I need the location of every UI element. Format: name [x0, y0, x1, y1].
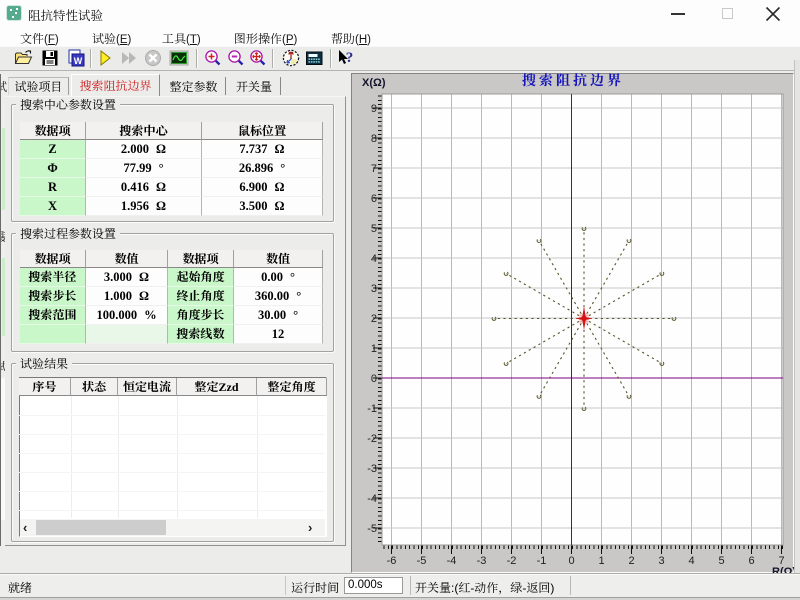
svg-text:6: 6: [748, 555, 754, 567]
svg-text:3: 3: [371, 283, 377, 295]
svg-text:-3: -3: [477, 555, 487, 567]
svg-text:4: 4: [371, 253, 377, 265]
svg-text:-5: -5: [367, 523, 377, 535]
svg-text:5: 5: [718, 555, 724, 567]
svg-text:2: 2: [371, 313, 377, 325]
svg-text:-5: -5: [417, 555, 427, 567]
svg-text:-6: -6: [387, 555, 397, 567]
svg-text:-2: -2: [507, 555, 517, 567]
svg-text:-2: -2: [367, 433, 377, 445]
svg-text:1: 1: [371, 343, 377, 355]
svg-text:-4: -4: [447, 555, 457, 567]
svg-text:8: 8: [371, 133, 377, 145]
svg-text:9: 9: [371, 103, 377, 115]
svg-text:0: 0: [371, 373, 377, 385]
svg-text:-4: -4: [367, 493, 377, 505]
svg-text:-1: -1: [537, 555, 547, 567]
svg-text:搜索阻抗边界: 搜索阻抗边界: [522, 70, 624, 90]
svg-text:-3: -3: [367, 463, 377, 475]
svg-text:1: 1: [598, 555, 604, 567]
svg-text:6: 6: [371, 193, 377, 205]
svg-text:0: 0: [568, 555, 574, 567]
svg-text:4: 4: [688, 555, 694, 567]
svg-text:5: 5: [371, 223, 377, 235]
svg-text:2: 2: [628, 555, 634, 567]
svg-text:3: 3: [658, 555, 664, 567]
svg-text:-1: -1: [367, 403, 377, 415]
svg-text:7: 7: [371, 163, 377, 175]
svg-text:X(Ω): X(Ω): [362, 77, 386, 89]
